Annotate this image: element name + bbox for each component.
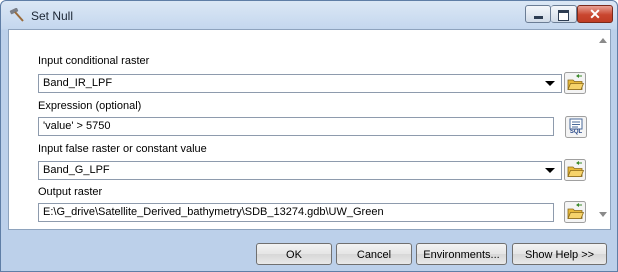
chevron-down-icon [545,168,555,173]
input-conditional-raster-label: Input conditional raster [38,55,150,67]
expression-value: 'value' > 5750 [43,120,111,132]
close-icon: ✕ [589,6,601,22]
chevron-down-icon [545,81,555,86]
hammer-tool-icon [9,8,24,22]
maximize-button[interactable] [551,5,577,23]
minimize-icon [534,16,543,19]
sql-query-button[interactable]: SQL [565,116,587,138]
output-raster-label: Output raster [38,186,103,198]
output-raster-value: E:\G_drive\Satellite_Derived_bathymetry\… [43,206,384,218]
expression-input[interactable]: 'value' > 5750 [38,117,554,136]
input-conditional-raster-value: Band_IR_LPF [43,77,113,89]
dialog-footer: OK Cancel Environments... Show Help >> [1,230,617,272]
show-help-button[interactable]: Show Help >> [512,243,607,265]
folder-browse-icon[interactable] [564,159,586,181]
output-raster-input[interactable]: E:\G_drive\Satellite_Derived_bathymetry\… [38,203,554,222]
vertical-scrollbar[interactable] [595,30,610,229]
input-conditional-raster-dropdown[interactable]: Band_IR_LPF [38,74,562,93]
window-title: Set Null [31,9,74,23]
scroll-down-arrow-icon[interactable] [599,212,607,217]
folder-browse-icon[interactable] [564,72,586,94]
cancel-button[interactable]: Cancel [336,243,412,265]
ok-button[interactable]: OK [256,243,332,265]
input-false-raster-label: Input false raster or constant value [38,143,207,155]
set-null-dialog: Set Null ✕ Input conditional raster Band… [0,0,618,272]
parameters-panel: Input conditional raster Band_IR_LPF Exp… [8,29,611,230]
sql-button-text: SQL [569,129,583,135]
environments-button[interactable]: Environments... [416,243,507,265]
scroll-up-arrow-icon[interactable] [599,38,607,43]
close-button[interactable]: ✕ [577,5,613,23]
maximize-icon [558,10,569,21]
input-false-raster-dropdown[interactable]: Band_G_LPF [38,161,562,180]
minimize-button[interactable] [525,5,551,23]
input-false-raster-value: Band_G_LPF [43,164,110,176]
title-bar[interactable]: Set Null ✕ [1,1,617,29]
expression-label: Expression (optional) [38,100,142,112]
folder-browse-icon[interactable] [564,201,586,223]
